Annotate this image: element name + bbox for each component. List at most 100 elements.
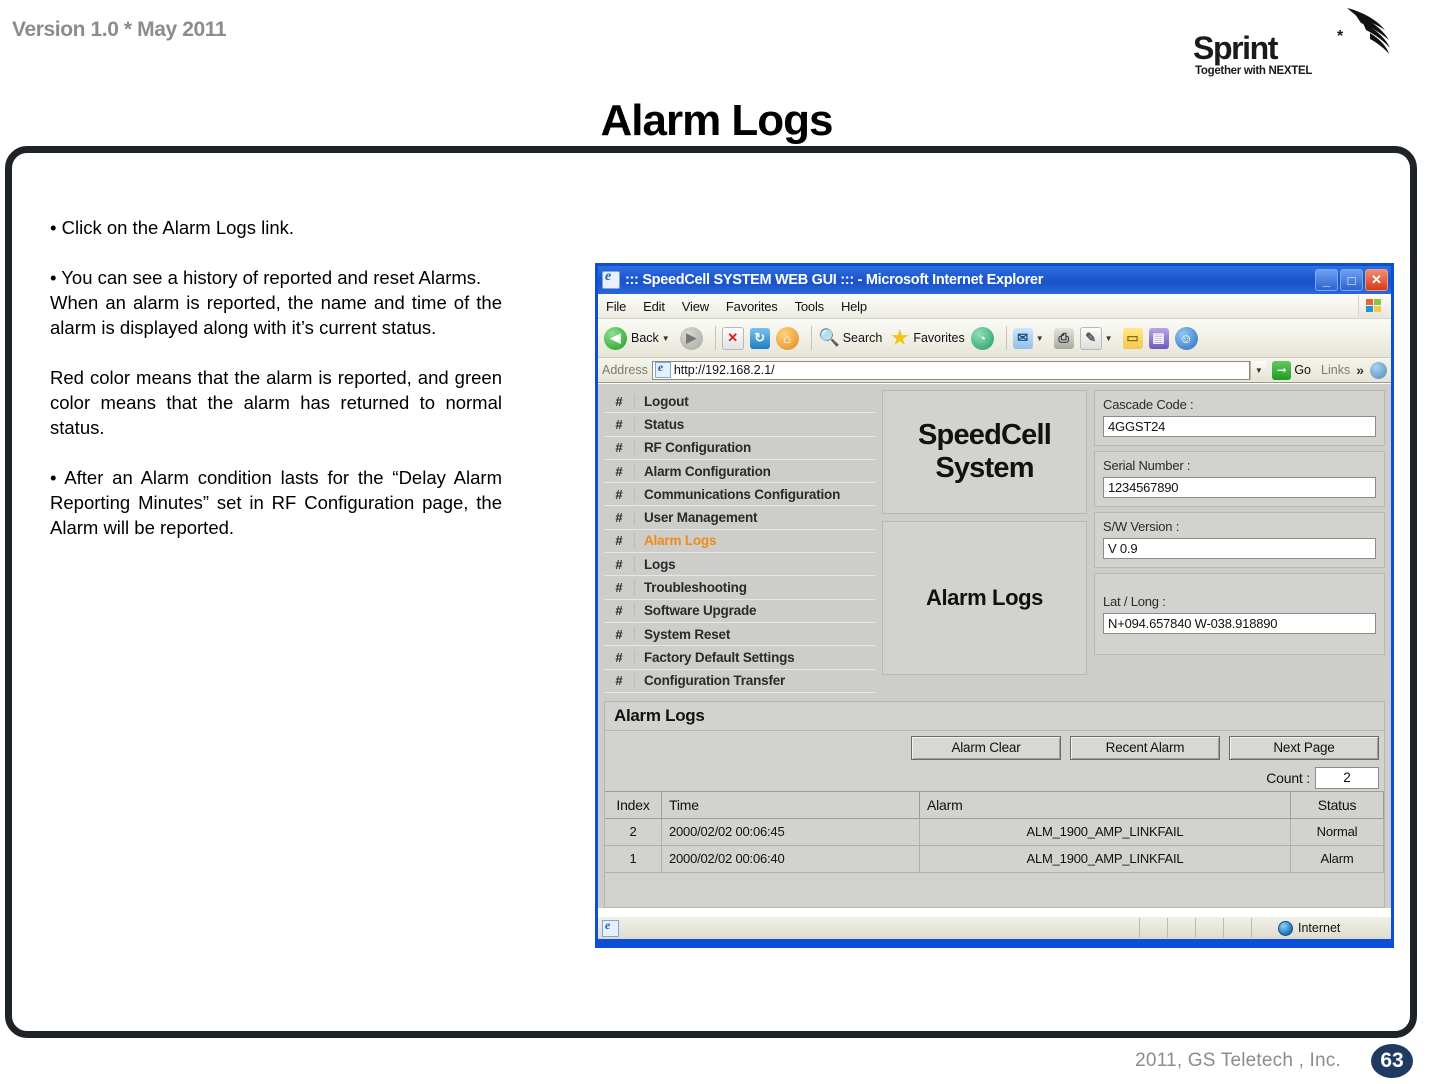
- messenger-button[interactable]: ☺: [1174, 326, 1198, 350]
- edit-page-icon: ✎: [1079, 326, 1102, 350]
- status-cell-1: [1139, 918, 1167, 938]
- brand-line-2: System: [935, 452, 1034, 484]
- sidebar-item-alarm-configuration[interactable]: # Alarm Configuration: [604, 459, 875, 484]
- search-label: Search: [842, 331, 883, 345]
- edit-chevron-down-icon[interactable]: ▼: [1105, 334, 1113, 343]
- sidebar-item-software-upgrade[interactable]: # Software Upgrade: [604, 599, 875, 623]
- maximize-button[interactable]: □: [1340, 269, 1363, 291]
- sidebar-item-logs[interactable]: # Logs: [604, 553, 875, 577]
- print-button[interactable]: ⎙: [1053, 327, 1074, 349]
- security-zone[interactable]: Internet: [1251, 918, 1391, 938]
- cell-alarm: ALM_1900_AMP_LINKFAIL: [919, 818, 1291, 846]
- close-button[interactable]: ✕: [1365, 269, 1388, 291]
- refresh-button[interactable]: ↻: [749, 327, 770, 349]
- column-header-index: Index: [605, 790, 662, 819]
- menu-edit[interactable]: Edit: [643, 299, 665, 314]
- sidebar-item-factory-default-settings[interactable]: # Factory Default Settings: [604, 646, 875, 670]
- browser-statusbar: Internet: [598, 916, 1391, 939]
- mail-chevron-down-icon[interactable]: ▼: [1036, 334, 1044, 343]
- cell-index: 1: [605, 845, 662, 873]
- history-icon: ◔: [970, 326, 994, 350]
- minimize-button[interactable]: _: [1315, 269, 1338, 291]
- sidebar-item-troubleshooting[interactable]: # Troubleshooting: [604, 576, 875, 600]
- hash-icon: #: [604, 510, 635, 526]
- count-field[interactable]: 2: [1315, 766, 1379, 789]
- browser-titlebar: ::: SpeedCell SYSTEM WEB GUI ::: - Micro…: [598, 266, 1391, 294]
- status-zone-label: Internet: [1298, 921, 1341, 935]
- table-row[interactable]: 1 2000/02/02 00:06:40 ALM_1900_AMP_LINKF…: [605, 845, 1384, 873]
- serial-number-field[interactable]: 1234567890: [1103, 477, 1376, 498]
- research-button[interactable]: ▤: [1148, 327, 1169, 349]
- notes-button[interactable]: ▭: [1122, 327, 1143, 349]
- hash-icon: #: [604, 649, 635, 665]
- links-label[interactable]: Links: [1321, 363, 1350, 377]
- menu-file[interactable]: File: [606, 299, 626, 314]
- status-badge: Normal: [1290, 818, 1384, 846]
- column-header-alarm: Alarm: [919, 790, 1291, 819]
- menu-help[interactable]: Help: [841, 299, 867, 314]
- sidebar-item-user-management[interactable]: # User Management: [604, 506, 875, 530]
- search-button[interactable]: 🔍 Search: [818, 327, 883, 350]
- sidebar-item-alarm-logs[interactable]: # Alarm Logs: [604, 529, 875, 554]
- cascade-code-label: Cascade Code :: [1103, 397, 1194, 412]
- hash-icon: #: [604, 440, 635, 456]
- sw-version-field[interactable]: V 0.9: [1103, 538, 1376, 559]
- cell-time: 2000/02/02 00:06:40: [661, 845, 920, 873]
- cascade-code-field[interactable]: 4GGST24: [1103, 416, 1376, 437]
- menu-view[interactable]: View: [682, 299, 709, 314]
- sidebar-item-status[interactable]: # Status: [604, 413, 875, 437]
- alarm-clear-button[interactable]: Alarm Clear: [911, 735, 1061, 760]
- cell-alarm: ALM_1900_AMP_LINKFAIL: [919, 845, 1291, 873]
- mail-icon: ✉: [1012, 327, 1033, 349]
- back-button[interactable]: ◀ Back ▼: [604, 326, 674, 350]
- webpage-content: # Logout # Status # RF Configuration # A…: [598, 383, 1391, 916]
- windows-flag-icon: [1358, 295, 1389, 317]
- edit-button[interactable]: ✎ ▼: [1079, 326, 1117, 350]
- section-box: Alarm Logs: [882, 521, 1087, 675]
- mail-button[interactable]: ✉ ▼: [1012, 327, 1048, 349]
- home-icon: ⌂: [775, 326, 799, 350]
- sidebar-item-configuration-transfer[interactable]: # Configuration Transfer: [604, 669, 875, 693]
- status-cell-4: [1223, 918, 1251, 938]
- recent-alarm-button[interactable]: Recent Alarm: [1070, 735, 1220, 760]
- go-label: Go: [1294, 363, 1312, 377]
- window-title: ::: SpeedCell SYSTEM WEB GUI ::: - Micro…: [625, 272, 1044, 288]
- brand-line-1: SpeedCell: [917, 419, 1052, 451]
- refresh-icon: ↻: [749, 327, 770, 349]
- sidebar-item-label: Communications Configuration: [644, 486, 841, 502]
- address-chevron-down-icon[interactable]: ▼: [1250, 360, 1267, 380]
- bullet-text-block: • Click on the Alarm Logs link. • You ca…: [50, 215, 502, 540]
- home-button[interactable]: ⌂: [775, 326, 799, 350]
- hash-icon: #: [604, 486, 635, 502]
- forward-button[interactable]: ▶: [679, 326, 703, 350]
- sidebar-item-communications-configuration[interactable]: # Communications Configuration: [604, 483, 875, 507]
- hash-icon: #: [604, 580, 635, 596]
- stop-button[interactable]: ✕: [721, 326, 744, 350]
- next-page-button[interactable]: Next Page: [1229, 735, 1379, 760]
- cell-index: 2: [605, 818, 662, 846]
- sidebar-item-rf-configuration[interactable]: # RF Configuration: [604, 436, 875, 460]
- sidebar-item-label: Troubleshooting: [644, 580, 747, 596]
- sw-version-label: S/W Version :: [1103, 519, 1180, 534]
- top-region: # Logout # Status # RF Configuration # A…: [598, 384, 1391, 693]
- favorites-button[interactable]: ★ Favorites: [888, 327, 964, 350]
- globe-icon: [1278, 920, 1293, 936]
- column-header-time: Time: [661, 790, 920, 819]
- center-panel: SpeedCell System Alarm Logs: [882, 390, 1087, 693]
- messenger-small-icon[interactable]: [1370, 361, 1387, 379]
- table-row[interactable]: 2 2000/02/02 00:06:45 ALM_1900_AMP_LINKF…: [605, 818, 1384, 846]
- sidebar-item-logout[interactable]: # Logout: [604, 390, 875, 414]
- menu-tools[interactable]: Tools: [795, 299, 825, 314]
- sidebar-item-system-reset[interactable]: # System Reset: [604, 622, 875, 647]
- links-overflow-icon[interactable]: »: [1356, 362, 1364, 378]
- address-input[interactable]: http://192.168.2.1/: [651, 360, 1251, 380]
- lat-long-field[interactable]: N+094.657840 W-038.918890: [1103, 613, 1376, 634]
- go-button[interactable]: ➞ Go: [1272, 360, 1312, 380]
- hash-icon: #: [604, 416, 635, 432]
- version-label: Version 1.0 * May 2011: [12, 18, 227, 41]
- history-button[interactable]: ◔: [970, 326, 994, 350]
- chevron-down-icon[interactable]: ▼: [662, 334, 670, 343]
- notepad-icon: ▭: [1122, 327, 1143, 349]
- menu-favorites[interactable]: Favorites: [726, 299, 778, 314]
- sidebar-item-label: Configuration Transfer: [644, 673, 786, 689]
